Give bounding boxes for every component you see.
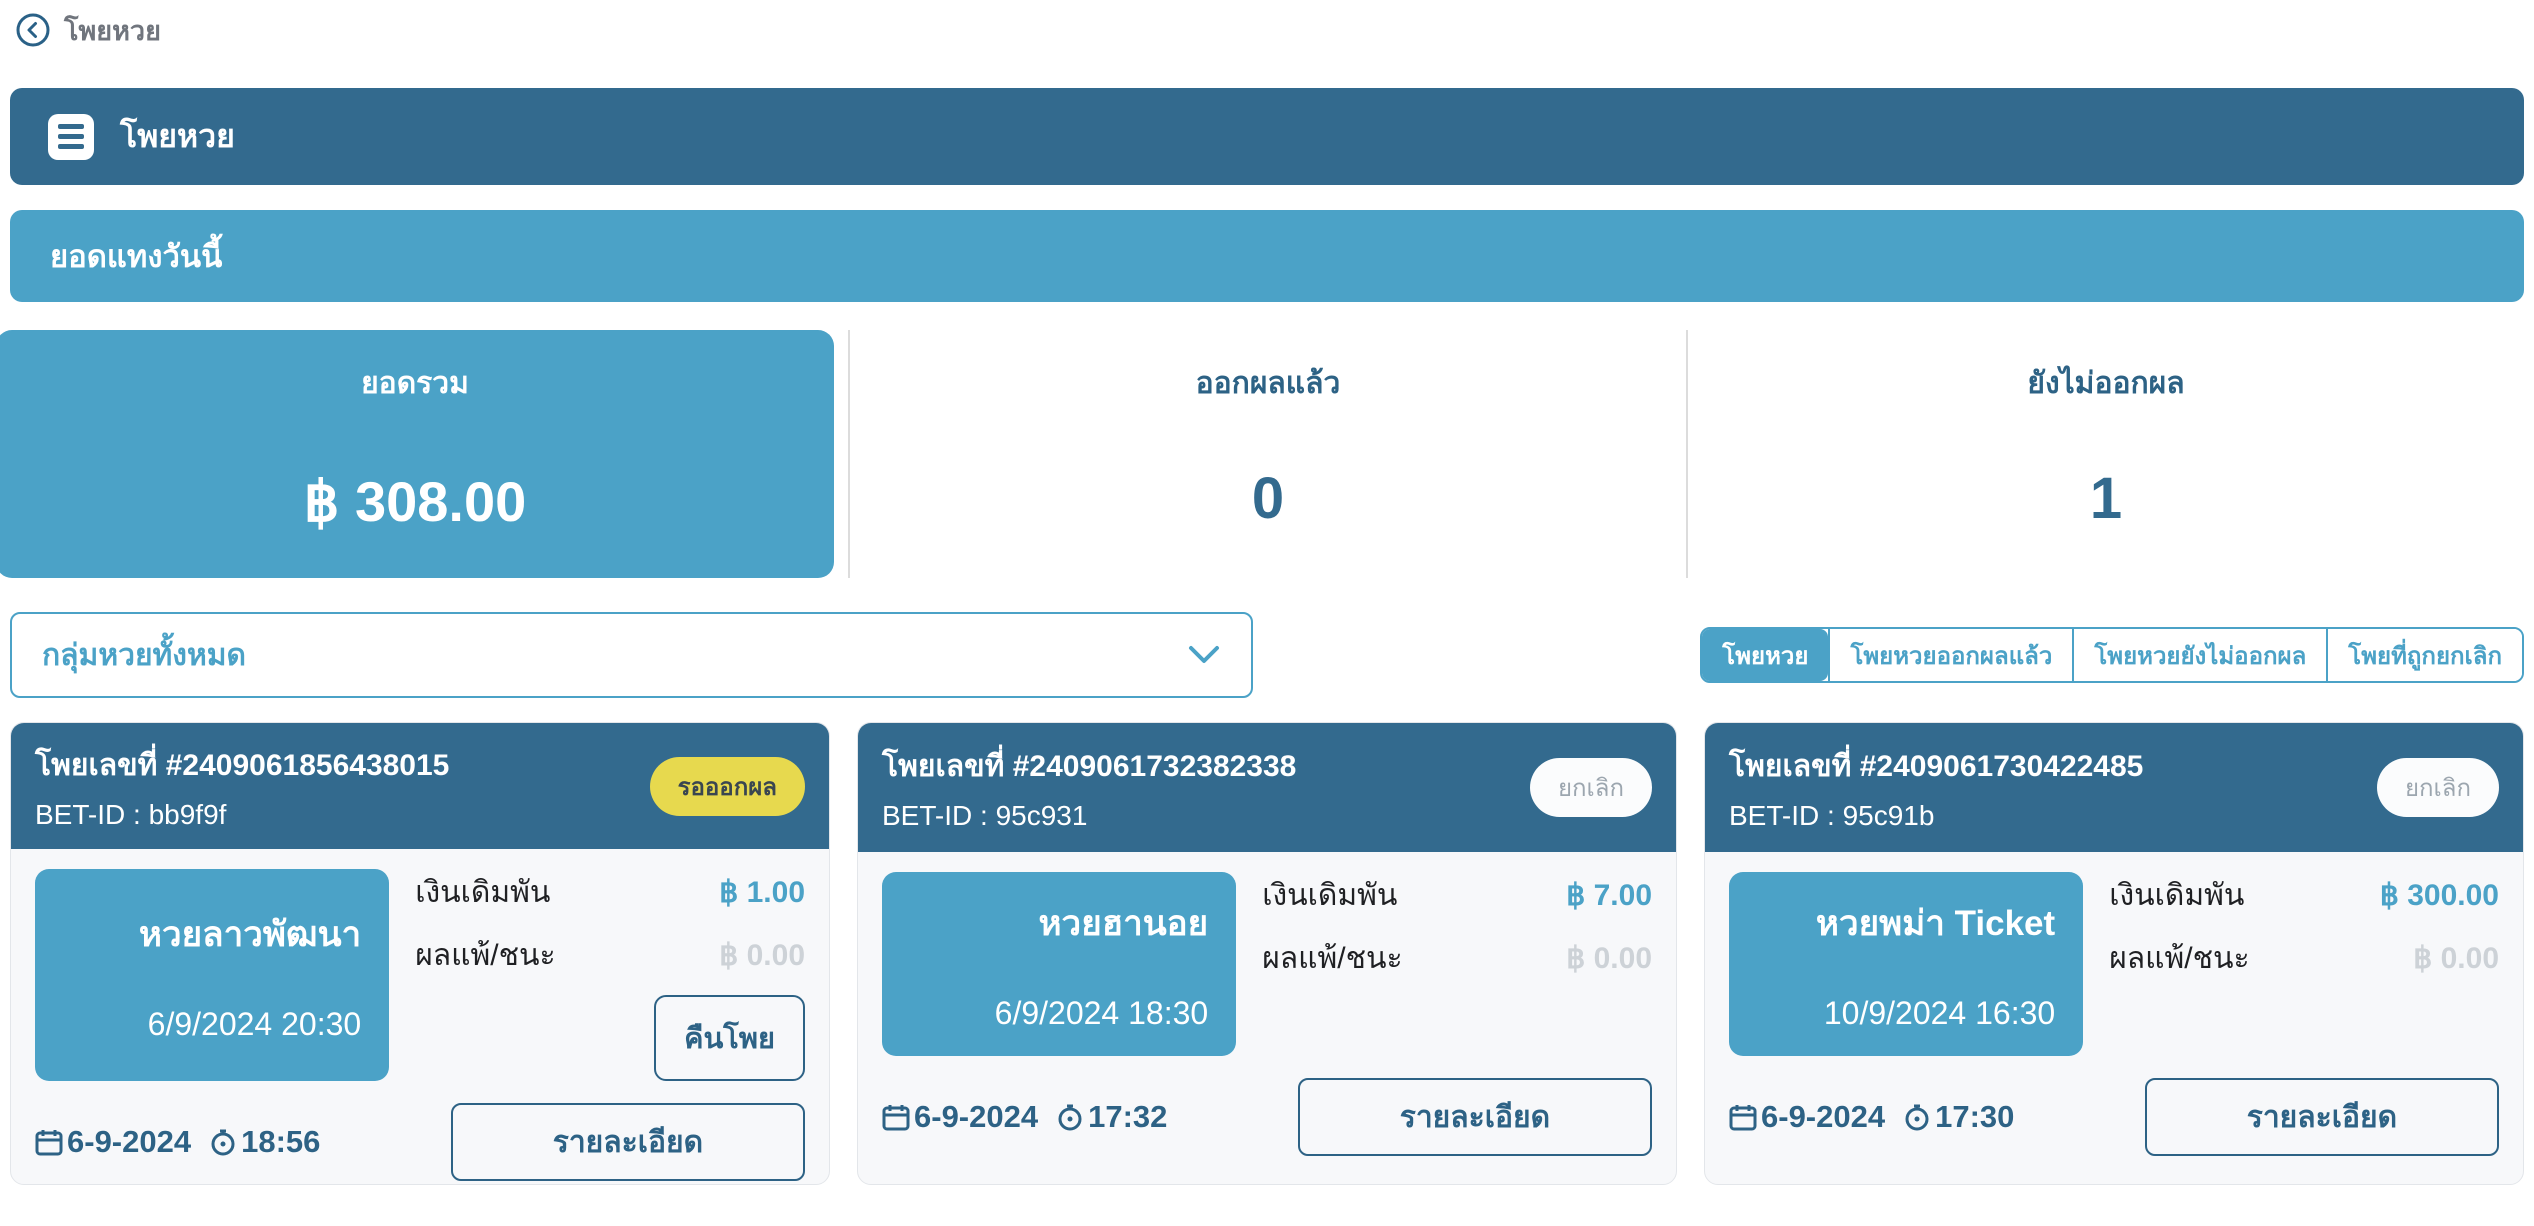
- ticket-card-body: หวยพม่า Ticket 10/9/2024 16:30 เงินเดิมพ…: [1705, 852, 2523, 1068]
- today-total-label: ยอดแทงวันนี้: [50, 231, 222, 281]
- stats-row: ยอดรวม ฿ 308.00 ออกผลแล้ว 0 ยังไม่ออกผล …: [10, 330, 2524, 578]
- lottery-group-dropdown[interactable]: กลุ่มหวยทั้งหมด: [10, 612, 1253, 698]
- ticket-card: โพยเลขที่ #2409061730422485 BET-ID : 95c…: [1704, 722, 2524, 1185]
- draw-datetime: 10/9/2024 16:30: [1824, 995, 2055, 1032]
- details-button[interactable]: รายละเอียด: [451, 1103, 805, 1181]
- ticket-card-header: โพยเลขที่ #2409061732382338 BET-ID : 95c…: [858, 723, 1676, 852]
- bet-amount-label: เงินเดิมพัน: [1262, 872, 1397, 919]
- calendar-icon: [882, 1103, 910, 1131]
- ticket-card-list: โพยเลขที่ #2409061856438015 BET-ID : bb9…: [10, 722, 2524, 1185]
- created-stamp: 6-9-2024 17:32: [882, 1099, 1167, 1135]
- bet-id: BET-ID : 95c931: [882, 800, 1296, 832]
- ticket-card-footer: 6-9-2024 17:30 รายละเอียด: [1705, 1068, 2523, 1184]
- ticket-number: โพยเลขที่ #2409061856438015: [35, 742, 449, 789]
- win-lose-value: ฿ 0.00: [1566, 941, 1652, 976]
- ticket-card-header: โพยเลขที่ #2409061730422485 BET-ID : 95c…: [1705, 723, 2523, 852]
- lottery-group-dropdown-value: กลุ่มหวยทั้งหมด: [42, 632, 246, 679]
- win-lose-label: ผลแพ้/ชนะ: [2109, 935, 2249, 982]
- status-badge: รอออกผล: [650, 757, 805, 816]
- draw-datetime: 6/9/2024 20:30: [148, 1006, 362, 1043]
- created-date: 6-9-2024: [1761, 1099, 1885, 1135]
- draw-datetime: 6/9/2024 18:30: [995, 995, 1209, 1032]
- bet-amount-label: เงินเดิมพัน: [2109, 872, 2244, 919]
- tab-announced-tickets[interactable]: โพยหวยออกผลแล้ว: [1828, 629, 2072, 681]
- filter-row: กลุ่มหวยทั้งหมด โพยหวย โพยหวยออกผลแล้ว โ…: [10, 612, 2524, 698]
- lottery-name: หวยลาวพัฒนา: [139, 907, 361, 962]
- bet-amount-value: ฿ 1.00: [719, 875, 805, 910]
- status-badge: ยกเลิก: [2377, 758, 2499, 817]
- details-button[interactable]: รายละเอียด: [2145, 1078, 2499, 1156]
- created-stamp: 6-9-2024 18:56: [35, 1124, 320, 1160]
- created-time: 17:30: [1935, 1099, 2014, 1135]
- calendar-icon: [1729, 1103, 1757, 1131]
- stat-total-card: ยอดรวม ฿ 308.00: [0, 330, 834, 578]
- page-title: โพยหวย: [64, 9, 161, 52]
- lottery-name: หวยฮานอย: [1038, 896, 1208, 951]
- clock-icon: [209, 1128, 237, 1156]
- clock-icon: [1056, 1103, 1084, 1131]
- win-lose-label: ผลแพ้/ชนะ: [1262, 935, 1402, 982]
- ticket-number: โพยเลขที่ #2409061730422485: [1729, 743, 2143, 790]
- tab-all-tickets[interactable]: โพยหวย: [1702, 629, 1828, 681]
- ticket-list-icon: [48, 114, 94, 160]
- ticket-card-body: หวยฮานอย 6/9/2024 18:30 เงินเดิมพัน ฿ 7.…: [858, 852, 1676, 1068]
- bet-id: BET-ID : 95c91b: [1729, 800, 2143, 832]
- back-arrow-icon: [16, 13, 50, 47]
- return-ticket-button[interactable]: คืนโพย: [654, 995, 805, 1081]
- created-time: 18:56: [241, 1124, 320, 1160]
- ticket-filter-tabs: โพยหวย โพยหวยออกผลแล้ว โพยหวยยังไม่ออกผล…: [1700, 627, 2524, 683]
- stat-announced: ออกผลแล้ว 0: [848, 330, 1686, 578]
- stat-pending: ยังไม่ออกผล 1: [1686, 330, 2524, 578]
- bet-amount-value: ฿ 7.00: [1566, 878, 1652, 913]
- section-title: โพยหวย: [120, 111, 235, 162]
- back-button[interactable]: [16, 13, 50, 47]
- ticket-card: โพยเลขที่ #2409061856438015 BET-ID : bb9…: [10, 722, 830, 1185]
- ticket-card-body: หวยลาวพัฒนา 6/9/2024 20:30 เงินเดิมพัน ฿…: [11, 849, 829, 1093]
- ticket-card-footer: 6-9-2024 18:56 รายละเอียด: [11, 1093, 829, 1185]
- stat-total: ยอดรวม ฿ 308.00: [10, 330, 848, 578]
- lottery-tile: หวยพม่า Ticket 10/9/2024 16:30: [1729, 872, 2083, 1056]
- ticket-card-footer: 6-9-2024 17:32 รายละเอียด: [858, 1068, 1676, 1184]
- created-time: 17:32: [1088, 1099, 1167, 1135]
- lottery-tile: หวยฮานอย 6/9/2024 18:30: [882, 872, 1236, 1056]
- win-lose-value: ฿ 0.00: [2413, 941, 2499, 976]
- clock-icon: [1903, 1103, 1931, 1131]
- lottery-name: หวยพม่า Ticket: [1816, 896, 2055, 951]
- ticket-number: โพยเลขที่ #2409061732382338: [882, 743, 1296, 790]
- stat-pending-label: ยังไม่ออกผล: [2027, 360, 2184, 407]
- created-stamp: 6-9-2024 17:30: [1729, 1099, 2014, 1135]
- ticket-card: โพยเลขที่ #2409061732382338 BET-ID : 95c…: [857, 722, 1677, 1185]
- created-date: 6-9-2024: [67, 1124, 191, 1160]
- stat-total-value: ฿ 308.00: [304, 469, 526, 535]
- win-lose-label: ผลแพ้/ชนะ: [415, 932, 555, 979]
- bet-id: BET-ID : bb9f9f: [35, 799, 449, 831]
- section-header-bar: โพยหวย: [10, 88, 2524, 185]
- stat-pending-value: 1: [2090, 465, 2122, 532]
- created-date: 6-9-2024: [914, 1099, 1038, 1135]
- chevron-down-icon: [1187, 644, 1221, 666]
- bet-amount-label: เงินเดิมพัน: [415, 869, 550, 916]
- stat-total-label: ยอดรวม: [361, 360, 469, 407]
- calendar-icon: [35, 1128, 63, 1156]
- today-total-bar: ยอดแทงวันนี้: [10, 210, 2524, 302]
- win-lose-value: ฿ 0.00: [719, 938, 805, 973]
- page-header-row: โพยหวย: [16, 8, 2524, 52]
- bet-amount-value: ฿ 300.00: [2380, 878, 2499, 913]
- stat-announced-label: ออกผลแล้ว: [1196, 360, 1341, 407]
- tab-cancelled-tickets[interactable]: โพยที่ถูกยกเลิก: [2326, 629, 2522, 681]
- tab-pending-tickets[interactable]: โพยหวยยังไม่ออกผล: [2072, 629, 2326, 681]
- stat-announced-value: 0: [1252, 465, 1284, 532]
- ticket-card-header: โพยเลขที่ #2409061856438015 BET-ID : bb9…: [11, 723, 829, 849]
- lottery-tile: หวยลาวพัฒนา 6/9/2024 20:30: [35, 869, 389, 1081]
- status-badge: ยกเลิก: [1530, 758, 1652, 817]
- details-button[interactable]: รายละเอียด: [1298, 1078, 1652, 1156]
